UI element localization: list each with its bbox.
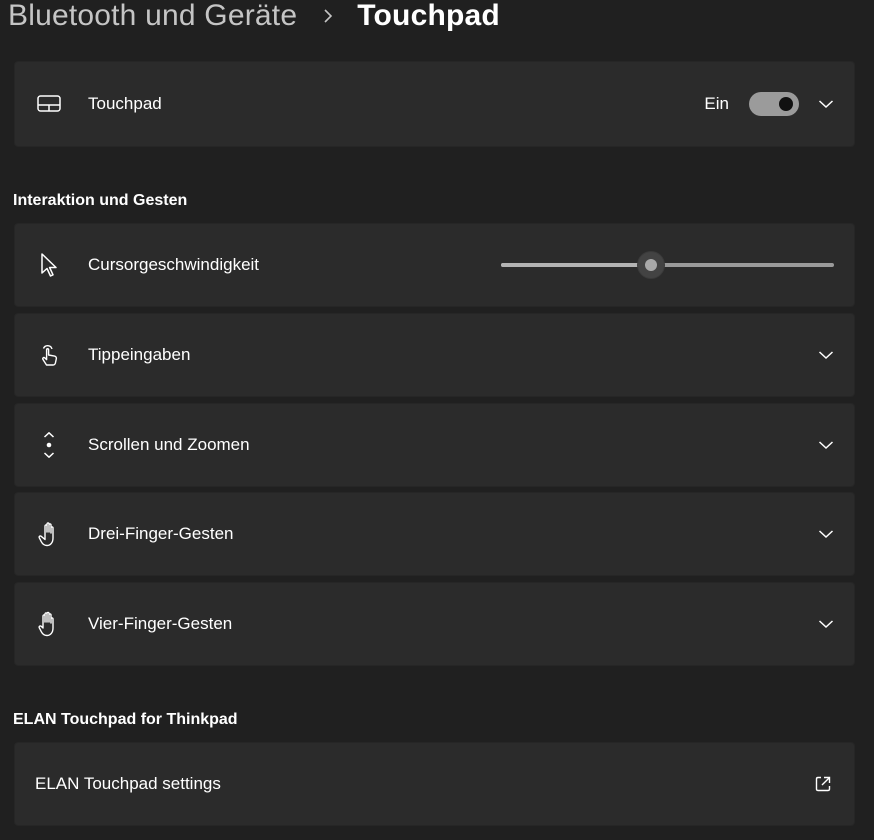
tap-label: Tippeingaben	[88, 345, 191, 364]
chevron-down-icon[interactable]	[816, 345, 836, 365]
slider-thumb-dot	[644, 259, 657, 271]
toggle-state-label: Ein	[704, 94, 729, 113]
touchpad-label: Touchpad	[88, 94, 162, 113]
chevron-down-icon[interactable]	[816, 614, 836, 634]
touchpad-icon	[37, 92, 61, 116]
section-title-elan: ELAN Touchpad for Thinkpad	[13, 711, 238, 728]
cursor-speed-label: Cursorgeschwindigkeit	[88, 255, 260, 274]
scroll-arrows-icon	[37, 432, 61, 458]
elan-settings-card[interactable]: ELAN Touchpad settings	[14, 742, 855, 826]
touchpad-toggle[interactable]	[749, 92, 799, 116]
three-finger-hand-icon	[37, 522, 61, 547]
touchpad-card[interactable]: Touchpad Ein	[14, 61, 855, 147]
section-title-interaction: Interaktion und Gesten	[13, 192, 188, 209]
four-finger-hand-icon	[37, 611, 61, 637]
three-finger-label: Drei-Finger-Gesten	[88, 524, 234, 543]
chevron-down-icon[interactable]	[816, 94, 836, 114]
toggle-knob	[779, 97, 793, 111]
four-finger-card[interactable]: Vier-Finger-Gesten	[14, 582, 855, 666]
chevron-down-icon[interactable]	[816, 524, 836, 544]
three-finger-card[interactable]: Drei-Finger-Gesten	[14, 492, 855, 576]
chevron-down-icon[interactable]	[816, 435, 836, 455]
page-title: Touchpad	[357, 0, 500, 32]
scroll-zoom-label: Scrollen und Zoomen	[88, 435, 250, 454]
elan-settings-label: ELAN Touchpad settings	[35, 774, 221, 793]
scroll-zoom-card[interactable]: Scrollen und Zoomen	[14, 403, 855, 487]
slider-fill	[501, 263, 651, 267]
breadcrumb-parent-link[interactable]: Bluetooth und Geräte	[8, 0, 297, 33]
external-link-icon[interactable]	[814, 775, 832, 793]
four-finger-label: Vier-Finger-Gesten	[88, 614, 233, 633]
cursor-arrow-icon	[37, 253, 61, 277]
slider-thumb[interactable]	[636, 251, 665, 279]
cursor-speed-card: Cursorgeschwindigkeit	[14, 223, 855, 307]
tap-card[interactable]: Tippeingaben	[14, 313, 855, 397]
cursor-speed-slider[interactable]	[501, 251, 834, 279]
chevron-right-icon	[321, 9, 335, 23]
breadcrumb: Bluetooth und Geräte Touchpad	[8, 0, 500, 38]
tap-hand-icon	[37, 343, 61, 367]
